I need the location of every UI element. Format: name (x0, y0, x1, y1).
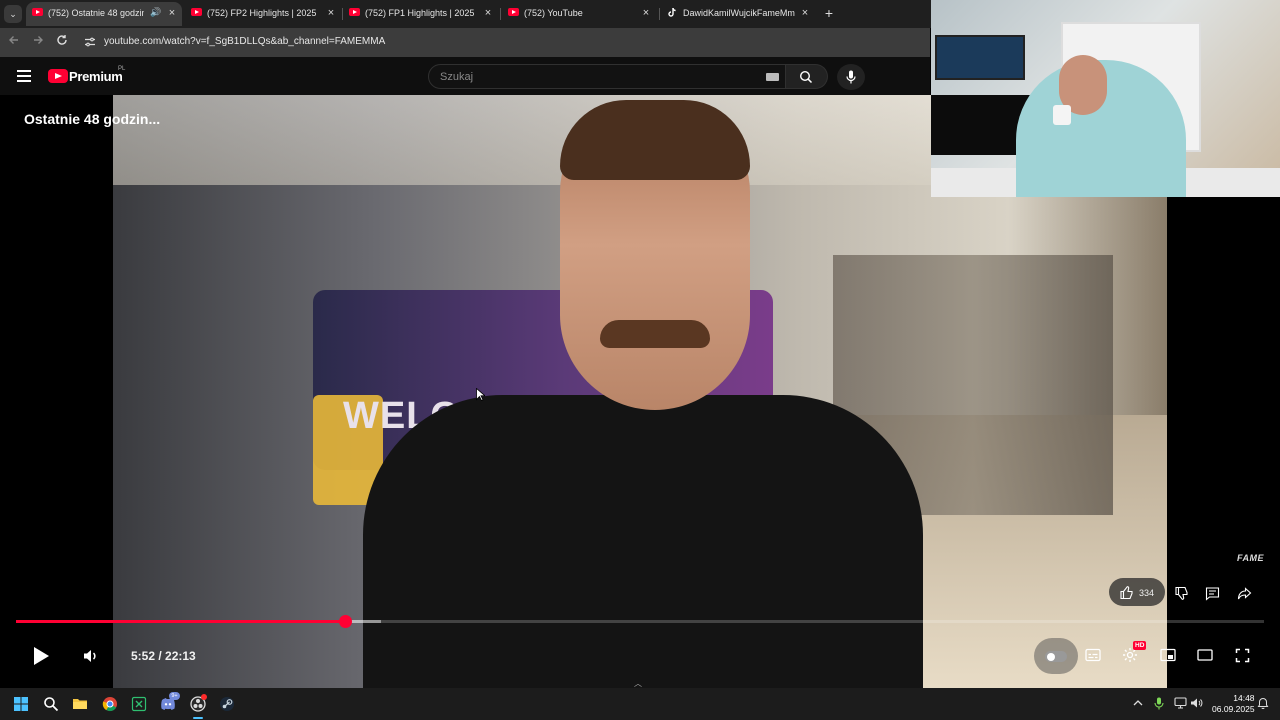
comments-icon[interactable] (1205, 586, 1220, 601)
windows-taskbar: 9+ 14:48 06.09.2025 (0, 688, 1280, 720)
like-pill[interactable] (1109, 578, 1165, 606)
webcam-aquarium (935, 35, 1025, 80)
subtitles-button[interactable] (1085, 648, 1101, 662)
new-tab-button[interactable]: + (821, 5, 837, 21)
share-icon[interactable] (1237, 586, 1252, 601)
search-placeholder: Szukaj (440, 71, 474, 83)
arrow-right-icon (34, 36, 43, 44)
steam-icon[interactable] (219, 696, 235, 712)
arrow-left-icon (9, 36, 18, 44)
keyboard-icon[interactable] (766, 73, 779, 81)
youtube-premium-logo[interactable]: Premium (69, 69, 123, 84)
tab-title: (752) YouTube (524, 8, 583, 18)
notification-bell-icon[interactable] (1257, 697, 1269, 709)
microphone-icon (846, 70, 856, 84)
tab-youtube[interactable]: (752) YouTube × (502, 2, 658, 26)
like-count: 334 (1139, 588, 1155, 598)
youtube-logo-icon[interactable] (48, 69, 68, 83)
browser-toolbar: youtube.com/watch?v=f_SgB1DLLQs&ab_chann… (0, 28, 930, 57)
theater-mode-button[interactable] (1197, 648, 1213, 662)
volume-button[interactable] (82, 647, 100, 665)
tab-ostatnie-48-godzin[interactable]: (752) Ostatnie 48 godzin... 🔊 × (26, 2, 182, 26)
microphone-icon[interactable] (1154, 697, 1164, 710)
file-explorer-icon[interactable] (72, 696, 88, 712)
tab-title: (752) Ostatnie 48 godzin... (48, 8, 144, 18)
guide-menu-button[interactable] (17, 70, 31, 82)
site-info-icon[interactable] (84, 35, 96, 47)
hd-badge: HD (1133, 641, 1147, 650)
webcam-overlay (931, 0, 1280, 197)
chrome-icon[interactable] (102, 696, 118, 712)
youtube-favicon-icon (349, 8, 360, 16)
voice-search-button[interactable] (837, 64, 865, 90)
scrubber-handle[interactable] (338, 615, 352, 628)
tab-close-button[interactable]: × (482, 7, 494, 19)
recording-indicator (201, 694, 207, 700)
tab-tiktok-dawid[interactable]: DawidKamilWujcikFameMma (@ × (661, 2, 817, 26)
youtube-masthead: Premium PL Szukaj (0, 57, 930, 95)
clock-time: 14:48 (1233, 693, 1255, 703)
autoplay-toggle[interactable] (1045, 651, 1067, 662)
dislike-icon[interactable] (1174, 586, 1189, 601)
reload-icon (57, 35, 67, 45)
speaker-icon[interactable]: 🔊 (150, 7, 161, 18)
fullscreen-button[interactable] (1235, 648, 1250, 663)
play-button[interactable] (32, 646, 50, 666)
video-person-hair (560, 100, 750, 180)
active-app-indicator (193, 717, 203, 719)
search-button[interactable] (786, 64, 828, 89)
youtube-favicon-icon (32, 8, 43, 16)
tab-title: (752) FP2 Highlights | 2025 Italia (207, 8, 319, 18)
country-code: PL (118, 66, 126, 72)
clock-date: 06.09.2025 (1212, 704, 1255, 714)
tab-fp2-highlights[interactable]: (752) FP2 Highlights | 2025 Italia × (185, 2, 341, 26)
tab-close-button[interactable]: × (640, 7, 652, 19)
tab-title: (752) FP1 Highlights | 2025 Italia (365, 8, 475, 18)
network-icon[interactable] (1174, 697, 1187, 709)
windows-start-icon[interactable] (13, 696, 29, 712)
video-person-body (363, 395, 923, 688)
search-icon (799, 70, 813, 84)
youtube-favicon-icon (191, 8, 202, 16)
tab-search-button[interactable]: ⌄ (4, 5, 22, 23)
webcam-cup (1053, 105, 1071, 125)
like-icon[interactable] (1119, 585, 1134, 600)
reload-button[interactable] (54, 34, 70, 50)
tab-separator (659, 8, 660, 20)
progress-played (16, 620, 346, 623)
tab-separator (500, 8, 501, 20)
fame-watermark: FAME (1237, 553, 1265, 563)
tab-title: DawidKamilWujcikFameMma (@ (683, 8, 795, 18)
tab-close-button[interactable]: × (325, 7, 337, 19)
discord-badge: 9+ (169, 692, 180, 700)
forward-button[interactable] (30, 34, 46, 50)
back-button[interactable] (6, 34, 22, 50)
video-title[interactable]: Ostatnie 48 godzin... (24, 111, 160, 127)
time-display: 5:52 / 22:13 (131, 649, 196, 663)
mouse-cursor-icon (476, 388, 485, 401)
video-person-moustache (600, 320, 710, 348)
system-clock[interactable]: 14:48 06.09.2025 (1212, 693, 1255, 715)
chevron-up-icon[interactable] (1133, 699, 1143, 707)
excel-icon[interactable] (131, 696, 147, 712)
tab-fp1-highlights[interactable]: (752) FP1 Highlights | 2025 Italia × (343, 2, 499, 26)
chevron-up-icon[interactable]: ︿ (634, 678, 642, 688)
search-icon[interactable] (43, 696, 59, 712)
speaker-icon[interactable] (1190, 697, 1203, 709)
tab-close-button[interactable]: × (799, 7, 811, 19)
tiktok-favicon-icon (667, 7, 678, 18)
url-field[interactable]: youtube.com/watch?v=f_SgB1DLLQs&ab_chann… (104, 36, 385, 47)
youtube-favicon-icon (508, 8, 519, 16)
miniplayer-button[interactable] (1160, 648, 1176, 662)
search-input[interactable]: Szukaj (428, 64, 786, 89)
tab-close-button[interactable]: × (166, 7, 178, 19)
